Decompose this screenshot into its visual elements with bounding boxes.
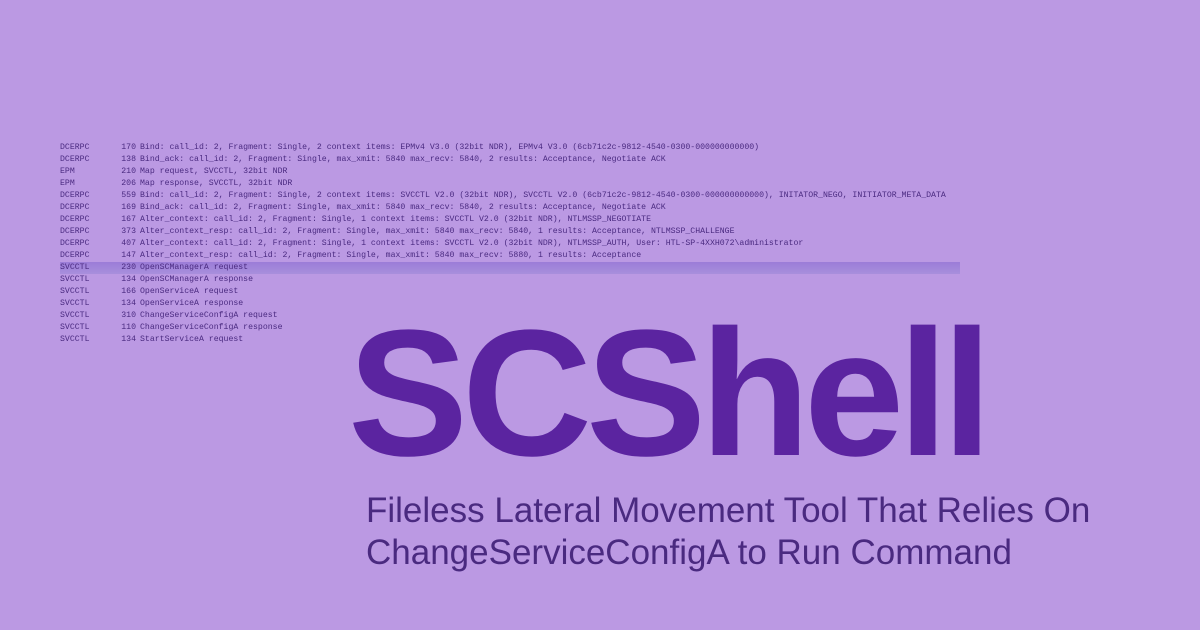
packet-row-highlighted: SVCCTL230 OpenSCManagerA request [60, 262, 960, 274]
packet-length: 310 [112, 310, 140, 322]
packet-length: 110 [112, 322, 140, 334]
packet-length: 147 [112, 250, 140, 262]
packet-length: 206 [112, 178, 140, 190]
packet-length: 138 [112, 154, 140, 166]
packet-length: 210 [112, 166, 140, 178]
packet-protocol: DCERPC [60, 202, 112, 214]
packet-row: DCERPC167 Alter_context: call_id: 2, Fra… [60, 214, 1140, 226]
packet-length: 230 [112, 262, 140, 274]
packet-info: Map request, SVCCTL, 32bit NDR [140, 166, 1140, 178]
packet-protocol: DCERPC [60, 154, 112, 166]
packet-protocol: EPM [60, 178, 112, 190]
packet-length: 169 [112, 202, 140, 214]
packet-length: 559 [112, 190, 140, 202]
packet-info: Alter_context: call_id: 2, Fragment: Sin… [140, 238, 1140, 250]
packet-row: DCERPC170 Bind: call_id: 2, Fragment: Si… [60, 142, 1140, 154]
packet-length: 166 [112, 286, 140, 298]
packet-protocol: SVCCTL [60, 286, 112, 298]
packet-protocol: DCERPC [60, 250, 112, 262]
packet-protocol: SVCCTL [60, 274, 112, 286]
packet-info: Bind_ack: call_id: 2, Fragment: Single, … [140, 202, 1140, 214]
packet-length: 373 [112, 226, 140, 238]
packet-length: 134 [112, 298, 140, 310]
packet-row: DCERPC373 Alter_context_resp: call_id: 2… [60, 226, 1140, 238]
packet-row: SVCCTL134 OpenSCManagerA response [60, 274, 1140, 286]
hero-subtitle: Fileless Lateral Movement Tool That Reli… [366, 490, 1090, 574]
packet-row: DCERPC147 Alter_context_resp: call_id: 2… [60, 250, 1140, 262]
packet-length: 167 [112, 214, 140, 226]
packet-row: DCERPC559 Bind: call_id: 2, Fragment: Si… [60, 190, 1140, 202]
packet-protocol: EPM [60, 166, 112, 178]
packet-info: Alter_context_resp: call_id: 2, Fragment… [140, 250, 1140, 262]
hero-title: SCShell [348, 290, 986, 497]
packet-protocol: SVCCTL [60, 334, 112, 346]
packet-protocol: SVCCTL [60, 262, 112, 274]
packet-row: EPM206 Map response, SVCCTL, 32bit NDR [60, 178, 1140, 190]
packet-row: DCERPC169 Bind_ack: call_id: 2, Fragment… [60, 202, 1140, 214]
packet-info: OpenSCManagerA response [140, 274, 1140, 286]
subtitle-line-1: Fileless Lateral Movement Tool That Reli… [366, 491, 1090, 530]
packet-length: 407 [112, 238, 140, 250]
packet-protocol: DCERPC [60, 226, 112, 238]
packet-protocol: DCERPC [60, 190, 112, 202]
packet-info: Bind: call_id: 2, Fragment: Single, 2 co… [140, 190, 1140, 202]
packet-row: DCERPC407 Alter_context: call_id: 2, Fra… [60, 238, 1140, 250]
packet-info: Map response, SVCCTL, 32bit NDR [140, 178, 1140, 190]
packet-row: EPM210 Map request, SVCCTL, 32bit NDR [60, 166, 1140, 178]
packet-protocol: SVCCTL [60, 322, 112, 334]
packet-protocol: SVCCTL [60, 310, 112, 322]
packet-protocol: DCERPC [60, 142, 112, 154]
subtitle-line-2: ChangeServiceConfigA to Run Command [366, 533, 1012, 572]
packet-info: Bind_ack: call_id: 2, Fragment: Single, … [140, 154, 1140, 166]
packet-row: DCERPC138 Bind_ack: call_id: 2, Fragment… [60, 154, 1140, 166]
packet-info: OpenSCManagerA request [140, 262, 960, 274]
packet-info: Bind: call_id: 2, Fragment: Single, 2 co… [140, 142, 1140, 154]
packet-length: 134 [112, 334, 140, 346]
packet-length: 134 [112, 274, 140, 286]
packet-protocol: DCERPC [60, 214, 112, 226]
packet-protocol: DCERPC [60, 238, 112, 250]
packet-info: Alter_context: call_id: 2, Fragment: Sin… [140, 214, 1140, 226]
packet-length: 170 [112, 142, 140, 154]
packet-info: Alter_context_resp: call_id: 2, Fragment… [140, 226, 1140, 238]
packet-protocol: SVCCTL [60, 298, 112, 310]
